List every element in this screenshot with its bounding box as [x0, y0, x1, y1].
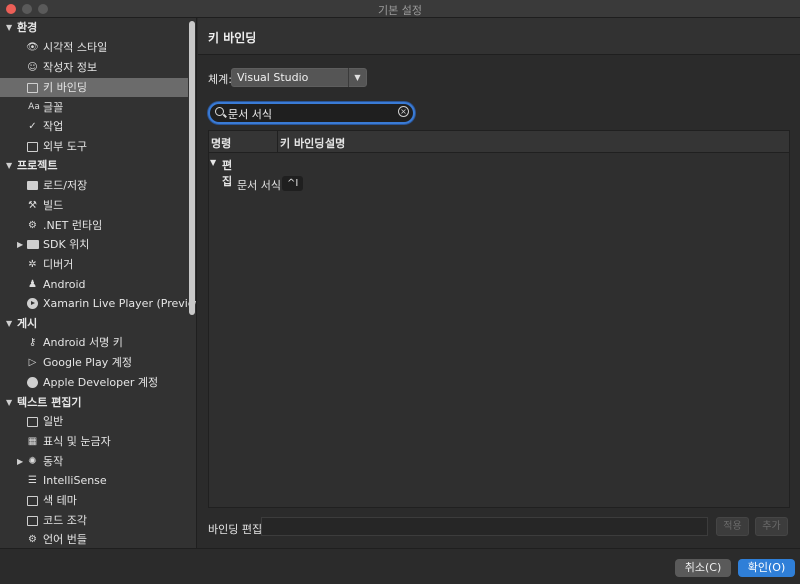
edit-icon	[26, 415, 39, 428]
main-panel: 키 바인딩 체계: Visual Studio ▼ 문서 서식 × 명령 키 바…	[198, 18, 800, 548]
sidebar-item-sdk-locations[interactable]: ▶ SDK 위치	[0, 235, 188, 254]
sidebar-item-code-snippets[interactable]: 코드 조각	[0, 511, 188, 530]
expanded-triangle-icon[interactable]: ▼	[210, 158, 216, 167]
cancel-button[interactable]: 취소(C)	[675, 559, 731, 577]
sidebar-item-intellisense[interactable]: ☰ IntelliSense	[0, 471, 188, 490]
expanded-triangle-icon[interactable]: ▼	[6, 18, 12, 37]
dialog-footer: 취소(C) 확인(O)	[0, 548, 800, 584]
chevron-down-icon[interactable]: ▼	[348, 68, 366, 87]
search-input[interactable]: 문서 서식 ×	[208, 102, 415, 124]
scheme-value: Visual Studio	[237, 71, 309, 84]
expanded-triangle-icon[interactable]: ▼	[6, 393, 12, 412]
ok-button[interactable]: 확인(O)	[738, 559, 795, 577]
eye-icon: 👁︎	[26, 42, 39, 53]
collapsed-triangle-icon[interactable]: ▶	[17, 235, 23, 254]
hammer-icon: ⚒	[28, 200, 37, 211]
play-icon	[26, 297, 39, 310]
apply-button[interactable]: 적용	[716, 517, 749, 536]
command-name: 문서 서식	[237, 179, 281, 192]
binding-edit-label: 바인딩 편집	[208, 523, 263, 536]
sidebar-item-markers-rulers[interactable]: ▦ 표식 및 눈금자	[0, 432, 188, 451]
sidebar-item-external-tools[interactable]: 외부 도구	[0, 137, 188, 156]
smiley-icon: ☺	[27, 62, 38, 73]
gear-icon: ⚙	[28, 534, 37, 545]
scheme-dropdown[interactable]: Visual Studio ▼	[231, 68, 367, 87]
collapsed-triangle-icon[interactable]: ▶	[17, 452, 23, 471]
sidebar-category-projects[interactable]: ▼ 프로젝트	[0, 156, 188, 175]
sidebar-category-text-editor[interactable]: ▼ 텍스트 편집기	[0, 393, 188, 412]
bug-icon: ✲	[28, 259, 37, 270]
column-header-command[interactable]: 명령	[211, 135, 231, 151]
sidebar-item-tasks[interactable]: ✓ 작업	[0, 117, 188, 136]
search-value: 문서 서식	[228, 108, 272, 121]
sidebar-scrollbar[interactable]	[189, 21, 195, 315]
behavior-icon: ✺	[28, 456, 37, 467]
page-header: 키 바인딩	[198, 18, 800, 55]
sidebar-item-build[interactable]: ⚒ 빌드	[0, 196, 188, 215]
sidebar-item-dotnet-runtime[interactable]: ⚙ .NET 런타임	[0, 216, 188, 235]
sidebar-item-color-theme[interactable]: 색 테마	[0, 491, 188, 510]
expanded-triangle-icon[interactable]: ▼	[6, 156, 12, 175]
terminal-icon	[26, 140, 39, 153]
column-header-description[interactable]: 설명	[325, 135, 345, 151]
sidebar-item-general[interactable]: 일반	[0, 412, 188, 431]
sidebar-item-android[interactable]: ♟ Android	[0, 275, 188, 294]
column-divider[interactable]	[277, 131, 278, 153]
font-icon: Aa	[28, 102, 40, 112]
palette-icon	[26, 494, 39, 507]
sidebar-item-load-save[interactable]: 로드/저장	[0, 176, 188, 195]
sidebar-item-behavior[interactable]: ▶ ✺ 동작	[0, 452, 188, 471]
column-header-binding[interactable]: 키 바인딩	[280, 135, 324, 151]
snippet-icon	[26, 514, 39, 527]
grid-icon: ▦	[27, 436, 38, 447]
sidebar-item-google-play-accounts[interactable]: ▷ Google Play 계정	[0, 353, 188, 372]
sidebar-item-android-signing-keys[interactable]: ⚷ Android 서명 키	[0, 333, 188, 352]
title-bar: 기본 설정	[0, 0, 800, 18]
sidebar-item-language-bundles[interactable]: ⚙ 언어 번들	[0, 530, 188, 548]
table-row[interactable]: 문서 서식 ^I	[209, 175, 789, 194]
window-title: 기본 설정	[378, 4, 422, 17]
search-icon	[215, 107, 224, 116]
apple-icon	[26, 376, 39, 389]
sidebar-item-author-info[interactable]: ☺ 작성자 정보	[0, 58, 188, 77]
google-play-icon: ▷	[28, 357, 37, 368]
table-header: 명령 키 바인딩 설명	[209, 131, 789, 153]
key-bindings-table: 명령 키 바인딩 설명 ▼ 편집 문서 서식 ^I	[208, 130, 790, 508]
list-icon: ☰	[28, 475, 37, 486]
drive-icon	[26, 179, 39, 192]
binding-edit-input[interactable]	[261, 517, 708, 536]
android-icon: ♟	[28, 279, 37, 290]
check-icon: ✓	[28, 121, 37, 132]
expanded-triangle-icon[interactable]: ▼	[6, 314, 12, 333]
key-icon: ⚷	[28, 337, 37, 348]
sidebar-item-debugger[interactable]: ✲ 디버거	[0, 255, 188, 274]
folder-icon	[26, 238, 39, 251]
clear-search-icon[interactable]: ×	[398, 106, 409, 117]
sidebar-item-visual-style[interactable]: 👁︎ 시각적 스타일	[0, 38, 188, 57]
add-button[interactable]: 추가	[755, 517, 788, 536]
scheme-label: 체계:	[208, 73, 232, 86]
keyboard-icon	[26, 81, 39, 94]
sidebar-category-publishing[interactable]: ▼ 게시	[0, 314, 188, 333]
sidebar-item-key-bindings[interactable]: 키 바인딩	[0, 78, 188, 97]
sidebar-category-environment[interactable]: ▼ 환경	[0, 18, 188, 37]
sidebar-item-apple-developer-accounts[interactable]: Apple Developer 계정	[0, 373, 188, 392]
sidebar-item-fonts[interactable]: Aa 글꼴	[0, 98, 188, 117]
key-binding-badge: ^I	[282, 176, 304, 191]
sidebar: ▼ 환경 👁︎ 시각적 스타일 ☺ 작성자 정보 키 바인딩 Aa 글꼴 ✓ 작…	[0, 18, 197, 548]
gear-icon: ⚙	[28, 220, 37, 231]
sidebar-item-xamarin-live-player[interactable]: Xamarin Live Player (Preview)	[0, 294, 196, 313]
page-title: 키 바인딩	[208, 31, 257, 45]
